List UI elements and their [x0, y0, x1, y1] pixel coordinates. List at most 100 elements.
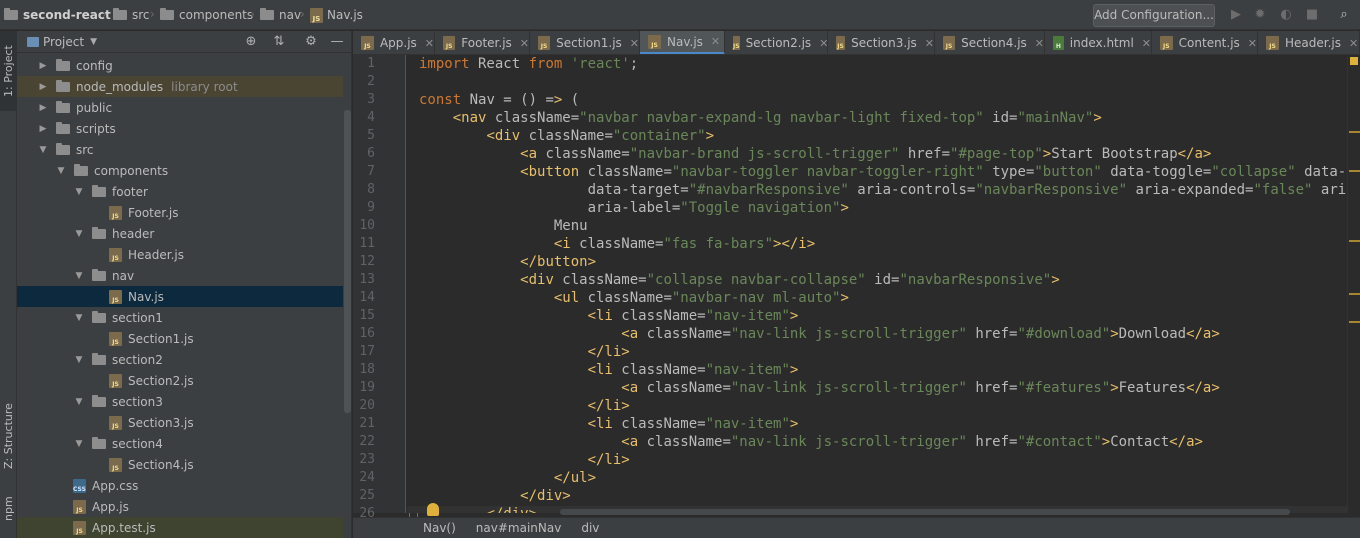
tree-item[interactable]: ▼ header: [17, 223, 343, 244]
editor-tab[interactable]: JS Section4.js ✕: [935, 31, 1045, 54]
lightbulb-icon[interactable]: [427, 503, 439, 516]
project-scrollbar[interactable]: [344, 110, 351, 413]
stop-icon[interactable]: ■: [1304, 7, 1320, 23]
chevron-right-icon[interactable]: ▶: [37, 103, 49, 113]
breadcrumb-project[interactable]: second-react: [4, 7, 111, 23]
code-line[interactable]: Menu: [419, 217, 588, 235]
gear-icon[interactable]: ⚙: [303, 34, 319, 50]
breadcrumb-src[interactable]: src: [113, 7, 150, 23]
tree-item[interactable]: JS Section4.js: [17, 454, 343, 475]
code-line[interactable]: </li>: [419, 451, 630, 469]
code-line[interactable]: <i className="fas fa-bars"></i>: [419, 235, 815, 253]
chevron-down-icon[interactable]: ▼: [73, 229, 85, 239]
tree-item[interactable]: JS Footer.js: [17, 202, 343, 223]
tree-item[interactable]: ▼ section2: [17, 349, 343, 370]
locate-file-icon[interactable]: ⊕: [243, 34, 259, 50]
code-line[interactable]: <a className="nav-link js-scroll-trigger…: [419, 433, 1203, 451]
code-line[interactable]: <a className="navbar-brand js-scroll-tri…: [419, 145, 1211, 163]
tree-item[interactable]: ▶ scripts: [17, 118, 343, 139]
chevron-down-icon[interactable]: ▼: [37, 145, 49, 155]
close-icon[interactable]: ✕: [520, 37, 529, 50]
editor-tab[interactable]: JS Section1.js ✕: [530, 31, 640, 54]
chevron-down-icon[interactable]: ▼: [73, 271, 85, 281]
project-view-selector[interactable]: Project: [43, 35, 84, 49]
code-line[interactable]: </div>: [419, 487, 571, 505]
chevron-down-icon[interactable]: ▼: [73, 355, 85, 365]
inspection-status-icon[interactable]: [1350, 57, 1358, 65]
breadcrumb-file[interactable]: JS Nav.js: [310, 7, 363, 23]
code-line[interactable]: <li className="nav-item">: [419, 307, 799, 325]
tree-item[interactable]: ▶ public: [17, 97, 343, 118]
code-line[interactable]: <li className="nav-item">: [419, 415, 799, 433]
close-icon[interactable]: ✕: [1035, 37, 1044, 50]
chevron-down-icon[interactable]: ▼: [73, 313, 85, 323]
breadcrumb-components[interactable]: components: [160, 7, 253, 23]
code-line[interactable]: </li>: [419, 397, 630, 415]
chevron-right-icon[interactable]: ▶: [37, 82, 49, 92]
code-line[interactable]: </button>: [419, 253, 596, 271]
coverage-icon[interactable]: ◐: [1278, 7, 1294, 23]
breadcrumb-function[interactable]: Nav(): [423, 521, 456, 535]
code-line[interactable]: <button className="navbar-toggler navbar…: [419, 163, 1347, 181]
code-line[interactable]: </li>: [419, 343, 630, 361]
tree-item[interactable]: ▼ section4: [17, 433, 343, 454]
npm-tool-tab[interactable]: npm: [0, 489, 17, 529]
tree-item[interactable]: JS Section1.js: [17, 328, 343, 349]
close-icon[interactable]: ✕: [925, 37, 934, 50]
editor-tab[interactable]: Hindex.html ✕: [1045, 31, 1152, 54]
close-icon[interactable]: ✕: [425, 37, 434, 50]
tree-item[interactable]: JS Section2.js: [17, 370, 343, 391]
chevron-down-icon[interactable]: ▼: [73, 439, 85, 449]
code-line[interactable]: <a className="nav-link js-scroll-trigger…: [419, 379, 1219, 397]
tree-item[interactable]: ▶ config: [17, 55, 343, 76]
tree-item[interactable]: ▶ node_modules library root: [17, 76, 343, 97]
code-line[interactable]: aria-label="Toggle navigation">: [419, 199, 849, 217]
tree-item[interactable]: ▼ src: [17, 139, 343, 160]
editor-tab[interactable]: JS Nav.js ✕: [640, 31, 725, 54]
close-icon[interactable]: ✕: [1142, 37, 1151, 50]
hide-panel-icon[interactable]: —: [329, 34, 345, 50]
editor-vertical-scrollbar[interactable]: [1347, 55, 1360, 513]
code-line[interactable]: import React from 'react';: [419, 55, 638, 73]
tree-item[interactable]: ▼ section1: [17, 307, 343, 328]
tree-item[interactable]: ▼ nav: [17, 265, 343, 286]
chevron-down-icon[interactable]: ▼: [55, 166, 67, 176]
editor-tab[interactable]: JS Footer.js ✕: [435, 31, 530, 54]
editor-tab[interactable]: JS Content.js ✕: [1152, 31, 1258, 54]
tree-item[interactable]: JS Section3.js: [17, 412, 343, 433]
editor-tab[interactable]: JS Section2.js ✕: [725, 31, 828, 54]
tree-item[interactable]: JS App.js: [17, 496, 343, 517]
code-line[interactable]: data-target="#navbarResponsive" aria-con…: [419, 181, 1347, 199]
tree-item[interactable]: ▼ components: [17, 160, 343, 181]
code-line[interactable]: <nav className="navbar navbar-expand-lg …: [419, 109, 1102, 127]
code-editor[interactable]: import React from 'react'; const Nav = ()…: [407, 55, 1347, 513]
run-icon[interactable]: ▶: [1228, 7, 1244, 23]
tree-item[interactable]: CSS App.css: [17, 475, 343, 496]
code-line[interactable]: <div className="collapse navbar-collapse…: [419, 271, 1059, 289]
code-line[interactable]: <ul className="navbar-nav ml-auto">: [419, 289, 849, 307]
chevron-down-icon[interactable]: ▼: [73, 187, 85, 197]
project-tool-tab[interactable]: 1: Project: [0, 31, 17, 111]
collapse-all-icon[interactable]: ⇅: [271, 34, 287, 50]
close-icon[interactable]: ✕: [630, 37, 639, 50]
search-icon[interactable]: ⌕: [1336, 7, 1352, 23]
editor-tab[interactable]: JS Section3.js ✕: [828, 31, 935, 54]
chevron-right-icon[interactable]: ▶: [37, 124, 49, 134]
structure-tool-tab[interactable]: Z: Structure: [0, 391, 17, 481]
editor-tab[interactable]: JS App.js ✕: [353, 31, 435, 54]
tree-item[interactable]: JS Nav.js: [17, 286, 343, 307]
code-line[interactable]: <a className="nav-link js-scroll-trigger…: [419, 325, 1219, 343]
tree-item[interactable]: JS App.test.js: [17, 517, 343, 538]
code-line[interactable]: <div className="container">: [419, 127, 714, 145]
chevron-down-icon[interactable]: ▼: [90, 37, 97, 47]
code-line[interactable]: </ul>: [419, 469, 596, 487]
editor-horizontal-scrollbar[interactable]: [560, 509, 1290, 515]
tree-item[interactable]: JS Header.js: [17, 244, 343, 265]
chevron-down-icon[interactable]: ▼: [73, 397, 85, 407]
chevron-right-icon[interactable]: ▶: [37, 61, 49, 71]
code-line[interactable]: <li className="nav-item">: [419, 361, 799, 379]
breadcrumb-nav-element[interactable]: nav#mainNav: [476, 521, 562, 535]
debug-icon[interactable]: ✹: [1252, 7, 1268, 23]
breadcrumb-div-element[interactable]: div: [581, 521, 599, 535]
add-configuration-button[interactable]: Add Configuration...: [1093, 4, 1215, 27]
